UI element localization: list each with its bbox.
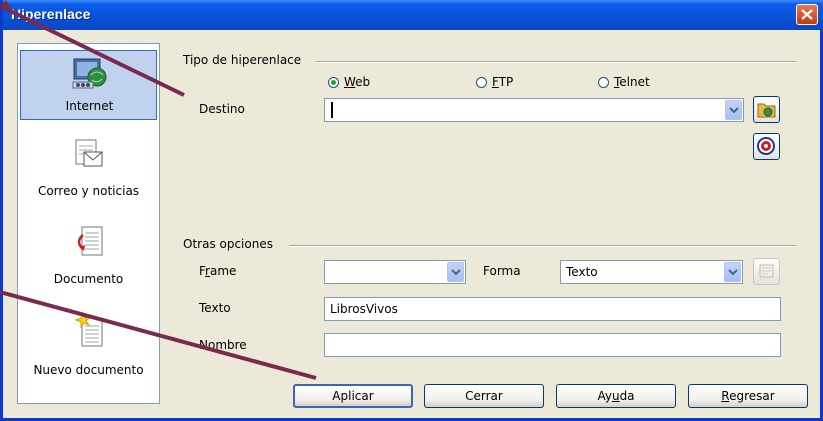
- forma-dropdown-button[interactable]: [724, 262, 741, 282]
- window-title: Hiperenlace: [11, 6, 91, 22]
- open-folder-icon: [757, 103, 776, 118]
- events-icon: [759, 264, 774, 278]
- back-button[interactable]: Regresar: [688, 384, 808, 408]
- radio-circle: [328, 76, 339, 88]
- texto-value: LibrosVivos: [330, 302, 398, 316]
- sidebar-item-label: Internet: [65, 99, 114, 113]
- close-button[interactable]: Cerrar: [424, 384, 544, 408]
- chevron-down-icon: [451, 269, 461, 276]
- apply-button[interactable]: Aplicar: [293, 384, 413, 408]
- texto-label: Texto: [199, 301, 231, 315]
- group-separator: [316, 61, 796, 63]
- new-document-icon: [74, 312, 103, 347]
- sidebar-item-documento[interactable]: Documento: [20, 220, 157, 290]
- sidebar-item-correo[interactable]: Correo y noticias: [20, 134, 157, 204]
- nombre-input[interactable]: [324, 333, 781, 357]
- open-file-browser-button[interactable]: [753, 96, 780, 123]
- hyperlink-type-group-title: Tipo de hiperenlace: [183, 53, 302, 67]
- chevron-down-icon: [729, 107, 739, 114]
- destino-label: Destino: [199, 102, 245, 116]
- close-icon: [801, 9, 813, 20]
- frame-label: Frame: [199, 264, 237, 278]
- radio-circle: [598, 76, 609, 88]
- sidebar-item-label: Documento: [53, 272, 124, 286]
- radio-telnet-label: Telnet: [614, 75, 650, 89]
- events-button[interactable]: [753, 258, 780, 285]
- forma-value: Texto: [566, 265, 598, 279]
- chevron-down-icon: [728, 269, 738, 276]
- internet-globe-icon: [72, 58, 107, 89]
- help-button[interactable]: Ayuda: [556, 384, 676, 408]
- radio-ftp-label: FTP: [492, 75, 514, 89]
- texto-input[interactable]: LibrosVivos: [324, 297, 781, 321]
- close-window-button[interactable]: [796, 4, 818, 25]
- target-icon: [757, 137, 775, 155]
- radio-circle: [476, 76, 487, 88]
- radio-web-label: Web: [344, 75, 371, 89]
- sidebar-item-nuevo-documento[interactable]: Nuevo documento: [20, 306, 157, 386]
- radio-telnet[interactable]: Telnet: [598, 75, 650, 89]
- sidebar-item-internet[interactable]: Internet: [20, 50, 157, 120]
- radio-ftp[interactable]: FTP: [476, 75, 513, 89]
- frame-dropdown-button[interactable]: [447, 262, 464, 282]
- other-options-group-title: Otras opciones: [183, 237, 273, 251]
- destino-dropdown-button[interactable]: [725, 100, 742, 120]
- hyperlink-dialog: Hiperenlace Internet Correo y noticias D…: [0, 0, 823, 421]
- text-caret: [331, 102, 333, 118]
- group-separator: [289, 245, 796, 247]
- radio-selected-dot: [331, 79, 336, 85]
- hyperlink-category-list: Internet Correo y noticias Documento Nue…: [17, 43, 160, 404]
- destino-combobox[interactable]: [324, 98, 744, 122]
- frame-combobox[interactable]: [324, 260, 466, 284]
- radio-web[interactable]: Web: [328, 75, 370, 89]
- forma-select[interactable]: Texto: [560, 260, 743, 284]
- nombre-label: Nombre: [199, 338, 247, 352]
- mail-news-icon: [75, 139, 103, 167]
- title-bar[interactable]: Hiperenlace: [3, 0, 823, 30]
- sidebar-item-label: Nuevo documento: [33, 363, 144, 377]
- forma-label: Forma: [483, 264, 521, 278]
- document-icon: [77, 226, 103, 256]
- target-in-document-button[interactable]: [753, 133, 780, 160]
- sidebar-item-label: Correo y noticias: [37, 184, 140, 198]
